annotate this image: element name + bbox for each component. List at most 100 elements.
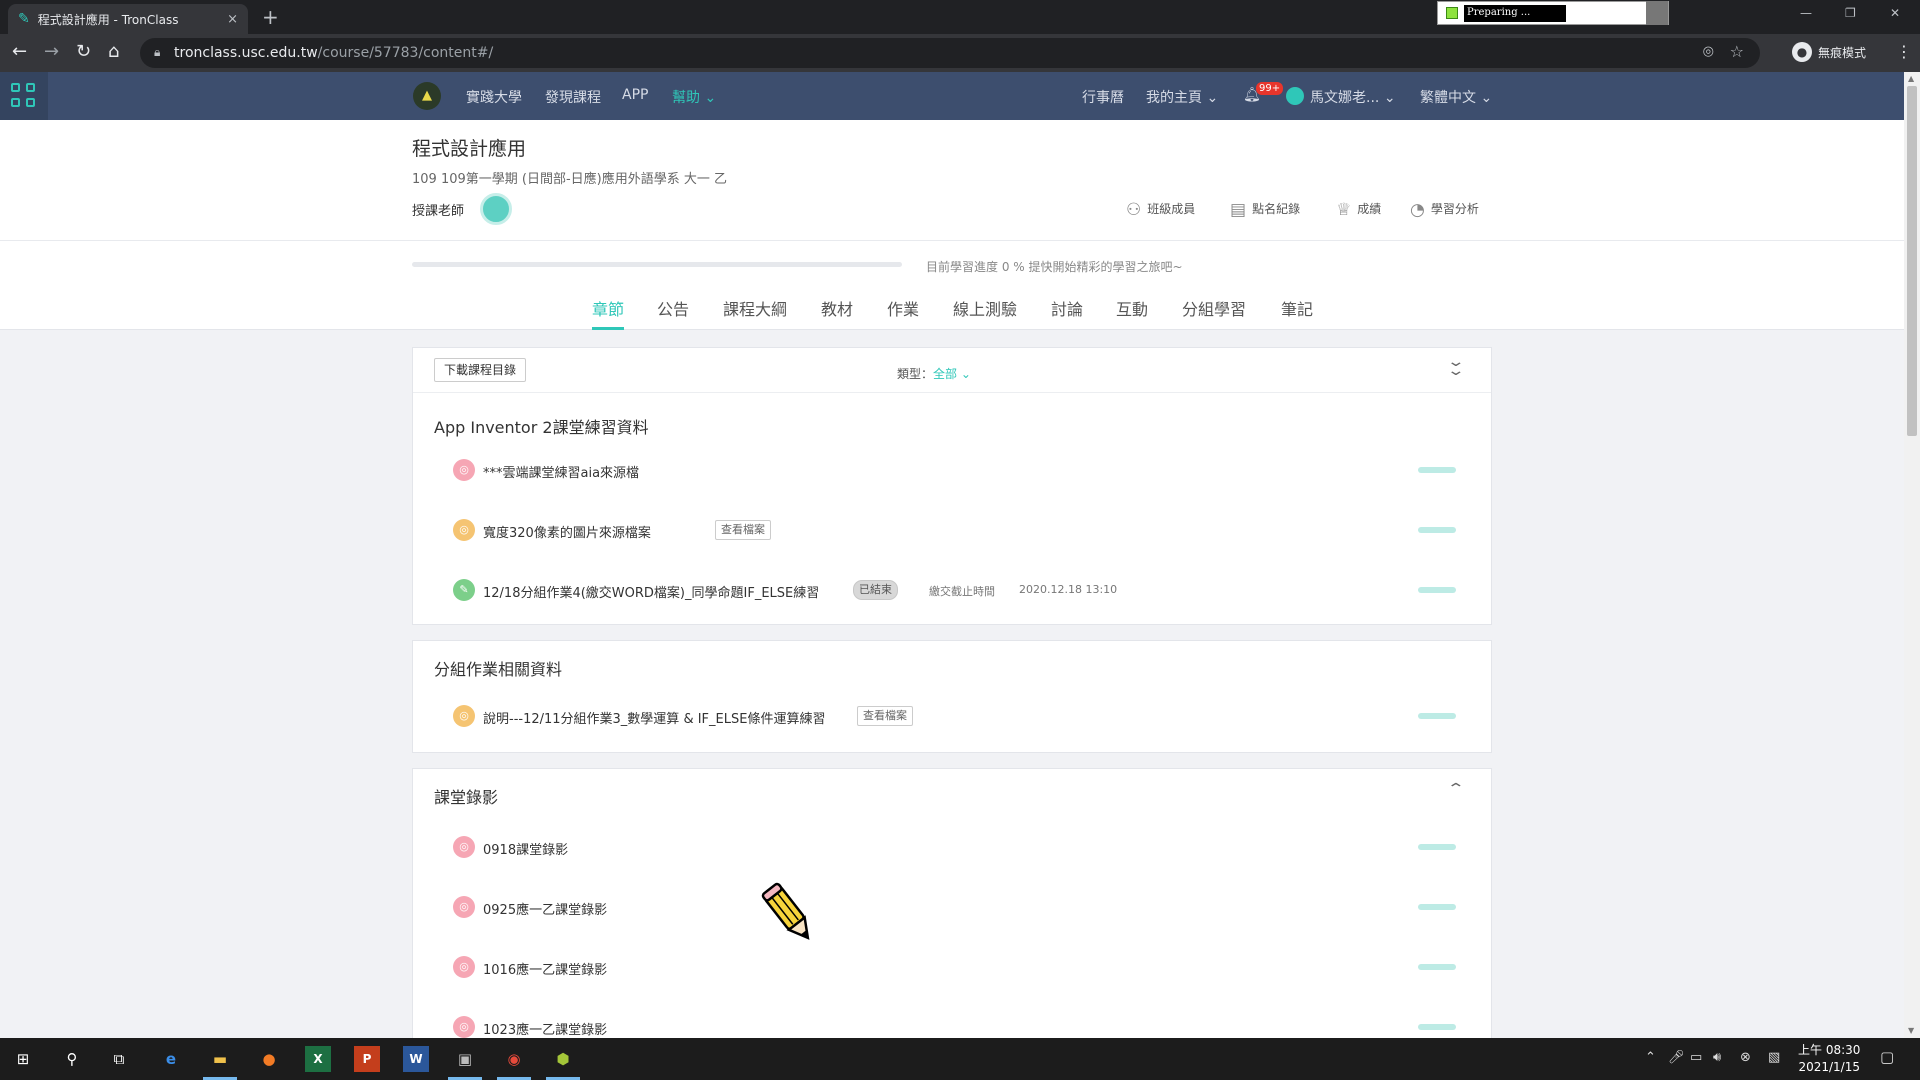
tab-discussion[interactable]: 討論 bbox=[1051, 296, 1083, 320]
item-label[interactable]: 寬度320像素的圖片來源檔案 bbox=[483, 522, 651, 541]
windows-taskbar: ⊞ ⚲ ⧉ e ▬ ● X P W ▣ ◉ ⬢ ⌃ 🎤︎ ▭ 🔊︎ ⊗ ▧ 上午… bbox=[0, 1038, 1920, 1080]
item-label[interactable]: 說明---12/11分組作業3_數學運算 & IF_ELSE條件運算練習 bbox=[483, 708, 825, 727]
back-arrow-icon[interactable]: ← bbox=[12, 42, 27, 62]
tracking-blocked-eye-icon[interactable]: ◎ bbox=[1703, 44, 1714, 59]
edge-icon[interactable]: e bbox=[158, 1046, 184, 1072]
url-text[interactable]: tronclass.usc.edu.tw/course/57783/conten… bbox=[174, 45, 493, 61]
item-label[interactable]: 0918課堂錄影 bbox=[483, 839, 568, 858]
progress-bar bbox=[412, 262, 902, 267]
notification-center-icon[interactable]: ▢ bbox=[1880, 1048, 1894, 1066]
android-app-icon[interactable]: ⬢ bbox=[550, 1046, 576, 1072]
app-grid-icon[interactable] bbox=[0, 72, 48, 120]
item-progress bbox=[1418, 1024, 1456, 1030]
item-label[interactable]: 1016應一乙課堂錄影 bbox=[483, 959, 607, 978]
window-close-button[interactable]: ✕ bbox=[1890, 6, 1900, 20]
list-item[interactable]: ◎ 1016應一乙課堂錄影 bbox=[453, 955, 1473, 979]
learning-analysis-label: 學習分析 bbox=[1430, 202, 1479, 216]
video-icon: ◎ bbox=[453, 1016, 475, 1038]
link-attendance[interactable]: ▤ 點名紀錄 bbox=[1230, 200, 1300, 220]
user-name: 馬文娜老... bbox=[1310, 90, 1380, 106]
address-bar[interactable]: 🔒︎ tronclass.usc.edu.tw/course/57783/con… bbox=[140, 38, 1760, 68]
maximize-button[interactable]: ❐ bbox=[1845, 6, 1856, 20]
nav-my-home[interactable]: 我的主頁 ⌄ bbox=[1146, 87, 1218, 107]
tab-announcements[interactable]: 公告 bbox=[657, 296, 689, 320]
user-menu[interactable]: 馬文娜老... ⌄ bbox=[1310, 87, 1396, 107]
search-icon[interactable]: ⚲ bbox=[59, 1046, 85, 1072]
item-label[interactable]: 0925應一乙課堂錄影 bbox=[483, 899, 607, 918]
forward-arrow-icon[interactable]: → bbox=[44, 42, 59, 62]
grades-label: 成績 bbox=[1357, 202, 1382, 216]
user-avatar[interactable] bbox=[1286, 87, 1304, 105]
reload-icon[interactable]: ↻ bbox=[76, 42, 91, 62]
scroll-down-arrow-icon[interactable]: ▼ bbox=[1908, 1026, 1914, 1035]
nav-help[interactable]: 幫助 ⌄ bbox=[672, 87, 716, 107]
collapse-all-icon[interactable]: ⌄ ⌄ bbox=[1446, 355, 1465, 378]
task-view-icon[interactable]: ⧉ bbox=[106, 1046, 132, 1072]
incognito-icon: ● bbox=[1792, 42, 1812, 62]
list-item[interactable]: ◎ 0925應一乙課堂錄影 bbox=[453, 895, 1473, 919]
firefox-icon[interactable]: ● bbox=[256, 1046, 282, 1072]
list-item[interactable]: ◎ 0918課堂錄影 bbox=[453, 835, 1473, 859]
nav-app[interactable]: APP bbox=[622, 87, 648, 103]
scroll-up-arrow-icon[interactable]: ▲ bbox=[1908, 74, 1914, 83]
file-explorer-icon[interactable]: ▬ bbox=[207, 1046, 233, 1072]
link-grades[interactable]: ♕ 成績 bbox=[1336, 200, 1381, 220]
incognito-indicator[interactable]: ● 無痕模式 bbox=[1792, 42, 1866, 62]
item-label[interactable]: 12/18分組作業4(繳交WORD檔案)_同學命題IF_ELSE練習 bbox=[483, 582, 819, 601]
language-label: 繁體中文 bbox=[1420, 90, 1476, 106]
tab-syllabus[interactable]: 課程大綱 bbox=[723, 296, 787, 320]
list-item[interactable]: ◎ 1023應一乙課堂錄影 bbox=[453, 1015, 1473, 1039]
tab-chapters[interactable]: 章節 bbox=[592, 296, 624, 320]
tray-overflow-icon[interactable]: ⌃ bbox=[1645, 1050, 1656, 1065]
nav-university[interactable]: 實踐大學 bbox=[466, 87, 522, 107]
link-learning-analysis[interactable]: ◔ 學習分析 bbox=[1410, 200, 1479, 220]
chevron-down-icon: ⌄ bbox=[1480, 90, 1493, 106]
home-icon[interactable]: ⌂ bbox=[108, 42, 119, 62]
new-tab-button[interactable]: + bbox=[262, 7, 279, 27]
tab-interaction[interactable]: 互動 bbox=[1116, 296, 1148, 320]
tab-materials[interactable]: 教材 bbox=[821, 296, 853, 320]
tray-status-icon[interactable]: ⊗ bbox=[1740, 1050, 1751, 1065]
bookmark-star-icon[interactable]: ☆ bbox=[1730, 42, 1744, 61]
network-icon[interactable]: ▭ bbox=[1690, 1050, 1702, 1065]
link-class-members[interactable]: ⚇ 班級成員 bbox=[1126, 200, 1195, 220]
powerpoint-icon[interactable]: P bbox=[354, 1046, 380, 1072]
list-item[interactable]: ◎ 說明---12/11分組作業3_數學運算 & IF_ELSE條件運算練習 查… bbox=[453, 704, 1473, 728]
university-logo[interactable]: ▲ bbox=[413, 82, 441, 110]
system-clock[interactable]: 上午 08:30 2021/1/15 bbox=[1798, 1042, 1860, 1076]
microphone-icon[interactable]: 🎤︎ bbox=[1668, 1050, 1685, 1065]
chrome-icon[interactable]: ◉ bbox=[501, 1046, 527, 1072]
excel-icon[interactable]: X bbox=[305, 1046, 331, 1072]
volume-icon[interactable]: 🔊︎ bbox=[1713, 1050, 1721, 1065]
incognito-label: 無痕模式 bbox=[1818, 45, 1867, 60]
view-file-button[interactable]: 查看檔案 bbox=[715, 520, 771, 540]
nav-discover-courses[interactable]: 發現課程 bbox=[545, 87, 601, 107]
minimize-button[interactable]: — bbox=[1800, 6, 1812, 20]
view-file-button[interactable]: 查看檔案 bbox=[857, 706, 913, 726]
list-item[interactable]: ◎ ***雲端課堂練習aia來源檔 bbox=[453, 458, 1473, 482]
browser-tab[interactable]: ✎ 程式設計應用 - TronClass × bbox=[8, 4, 248, 34]
tab-close-icon[interactable]: × bbox=[227, 12, 238, 27]
list-item[interactable]: ◎ 寬度320像素的圖片來源檔案 查看檔案 bbox=[453, 518, 1473, 542]
windows-start-icon[interactable]: ⊞ bbox=[10, 1046, 36, 1072]
tab-group-learning[interactable]: 分組學習 bbox=[1182, 296, 1246, 320]
teacher-avatar[interactable] bbox=[480, 193, 512, 225]
scrollbar-thumb[interactable] bbox=[1907, 86, 1917, 436]
nav-calendar[interactable]: 行事曆 bbox=[1082, 87, 1124, 107]
browser-menu-icon[interactable]: ⋮ bbox=[1896, 42, 1912, 61]
tab-homework[interactable]: 作業 bbox=[887, 296, 919, 320]
chevron-down-icon: ⌄ bbox=[1383, 90, 1396, 106]
item-label[interactable]: 1023應一乙課堂錄影 bbox=[483, 1019, 607, 1038]
photos-app-icon[interactable]: ▣ bbox=[452, 1046, 478, 1072]
download-catalog-button[interactable]: 下載課程目錄 bbox=[434, 358, 527, 382]
tab-online-quiz[interactable]: 線上測驗 bbox=[953, 296, 1017, 320]
list-item[interactable]: ✎ 12/18分組作業4(繳交WORD檔案)_同學命題IF_ELSE練習 已結束… bbox=[453, 578, 1473, 602]
language-selector[interactable]: 繁體中文 ⌄ bbox=[1420, 87, 1492, 107]
word-icon[interactable]: W bbox=[403, 1046, 429, 1072]
lock-icon[interactable]: 🔒︎ bbox=[154, 45, 160, 60]
tab-notes[interactable]: 筆記 bbox=[1281, 296, 1313, 320]
input-method-icon[interactable]: ▧ bbox=[1768, 1050, 1780, 1065]
item-label[interactable]: ***雲端課堂練習aia來源檔 bbox=[483, 462, 639, 481]
type-filter[interactable]: 類型：全部 ⌄ bbox=[897, 365, 971, 382]
chevron-up-icon[interactable]: ⌃ bbox=[1446, 781, 1465, 797]
